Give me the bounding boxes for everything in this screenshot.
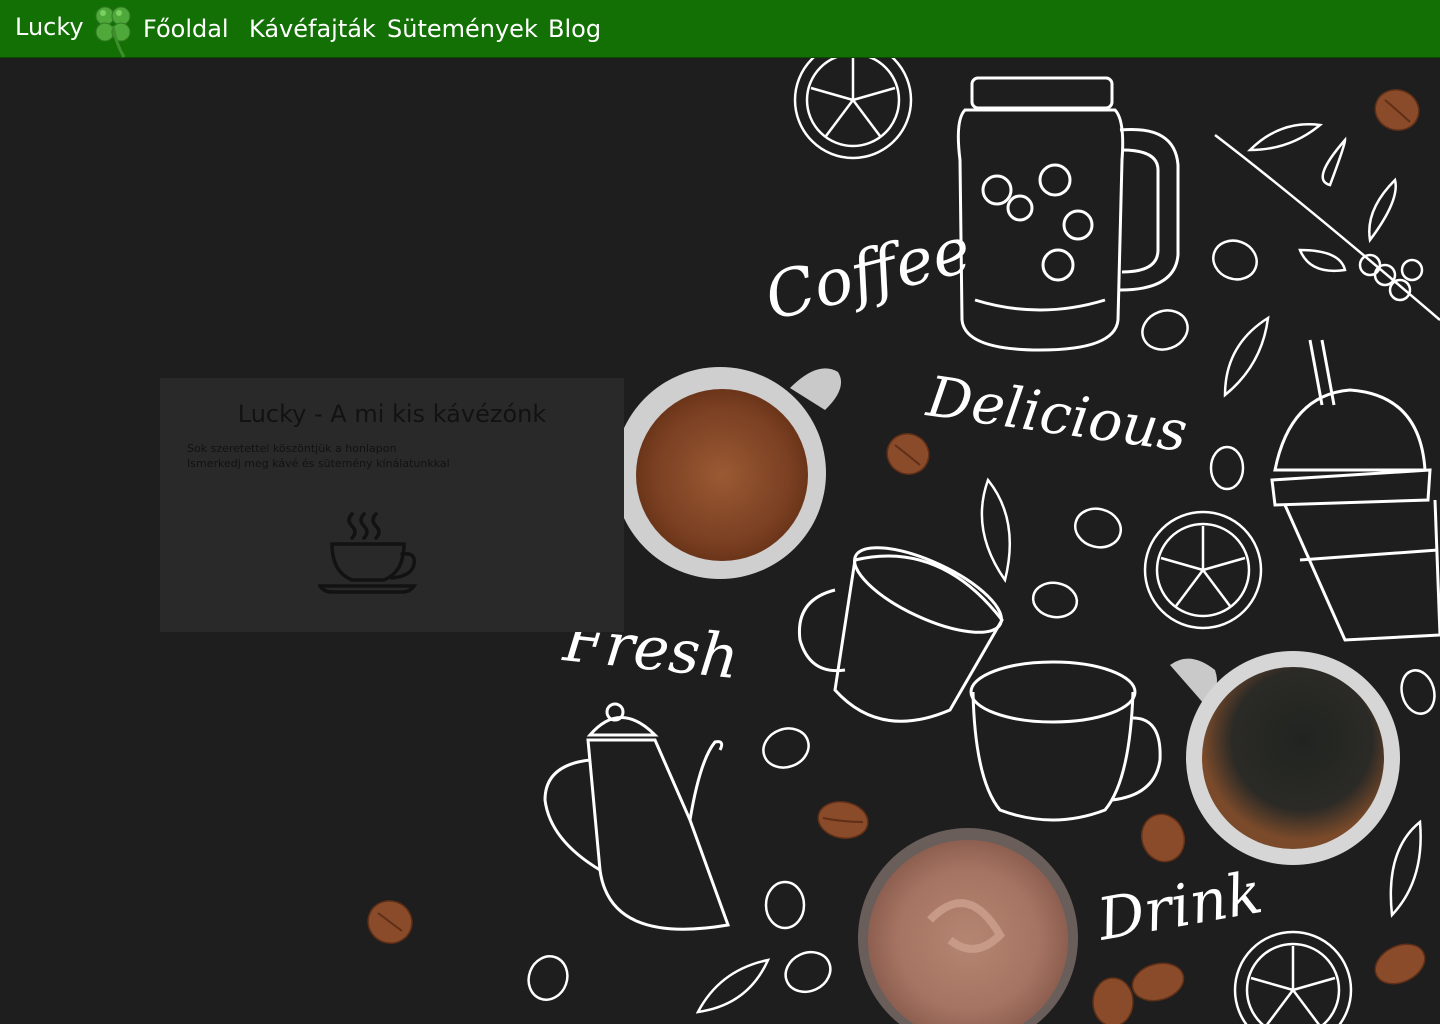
nav-home[interactable]: Főoldal xyxy=(143,14,229,44)
decor-word-delicious: Delicious xyxy=(922,364,1191,465)
coffee-branch-illustration xyxy=(1214,123,1440,321)
iced-drink-illustration xyxy=(1270,339,1440,642)
card-welcome-line: Sok szeretettel köszöntjük a honlapon xyxy=(187,442,397,455)
clover-icon xyxy=(95,6,131,58)
decor-word-drink: Drink xyxy=(1092,858,1268,954)
lemon-slice-illustration xyxy=(1233,930,1353,1024)
coffee-cup-icon xyxy=(318,512,418,594)
nav-pastries[interactable]: Sütemények xyxy=(387,14,538,44)
welcome-card: Lucky - A mi kis kávézónk Sok szeretette… xyxy=(160,378,624,632)
coffee-pot-illustration xyxy=(543,702,731,931)
mason-jar-illustration xyxy=(956,76,1180,352)
espresso-cup-illustration xyxy=(614,367,842,579)
top-navbar: Lucky Főoldal Kávéfajták Sütemények Blog xyxy=(0,0,1440,58)
latte-cup-illustration xyxy=(858,828,1078,1024)
nav-coffee-types[interactable]: Kávéfajták xyxy=(249,14,376,44)
lemon-slice-illustration xyxy=(1143,510,1263,630)
card-offer-line: Ismerkedj meg kávé és sütemény kínálatun… xyxy=(187,457,450,470)
lemon-slice-illustration xyxy=(793,58,913,160)
coffee-cup-illustration xyxy=(969,660,1162,822)
nav-blog[interactable]: Blog xyxy=(548,14,601,44)
coffee-cup-illustration xyxy=(797,546,1004,723)
decor-word-coffee: Coffee xyxy=(758,213,978,335)
americano-cup-illustration xyxy=(1170,651,1400,865)
brand-link[interactable]: Lucky xyxy=(15,12,84,42)
card-title: Lucky - A mi kis kávézónk xyxy=(237,400,547,428)
